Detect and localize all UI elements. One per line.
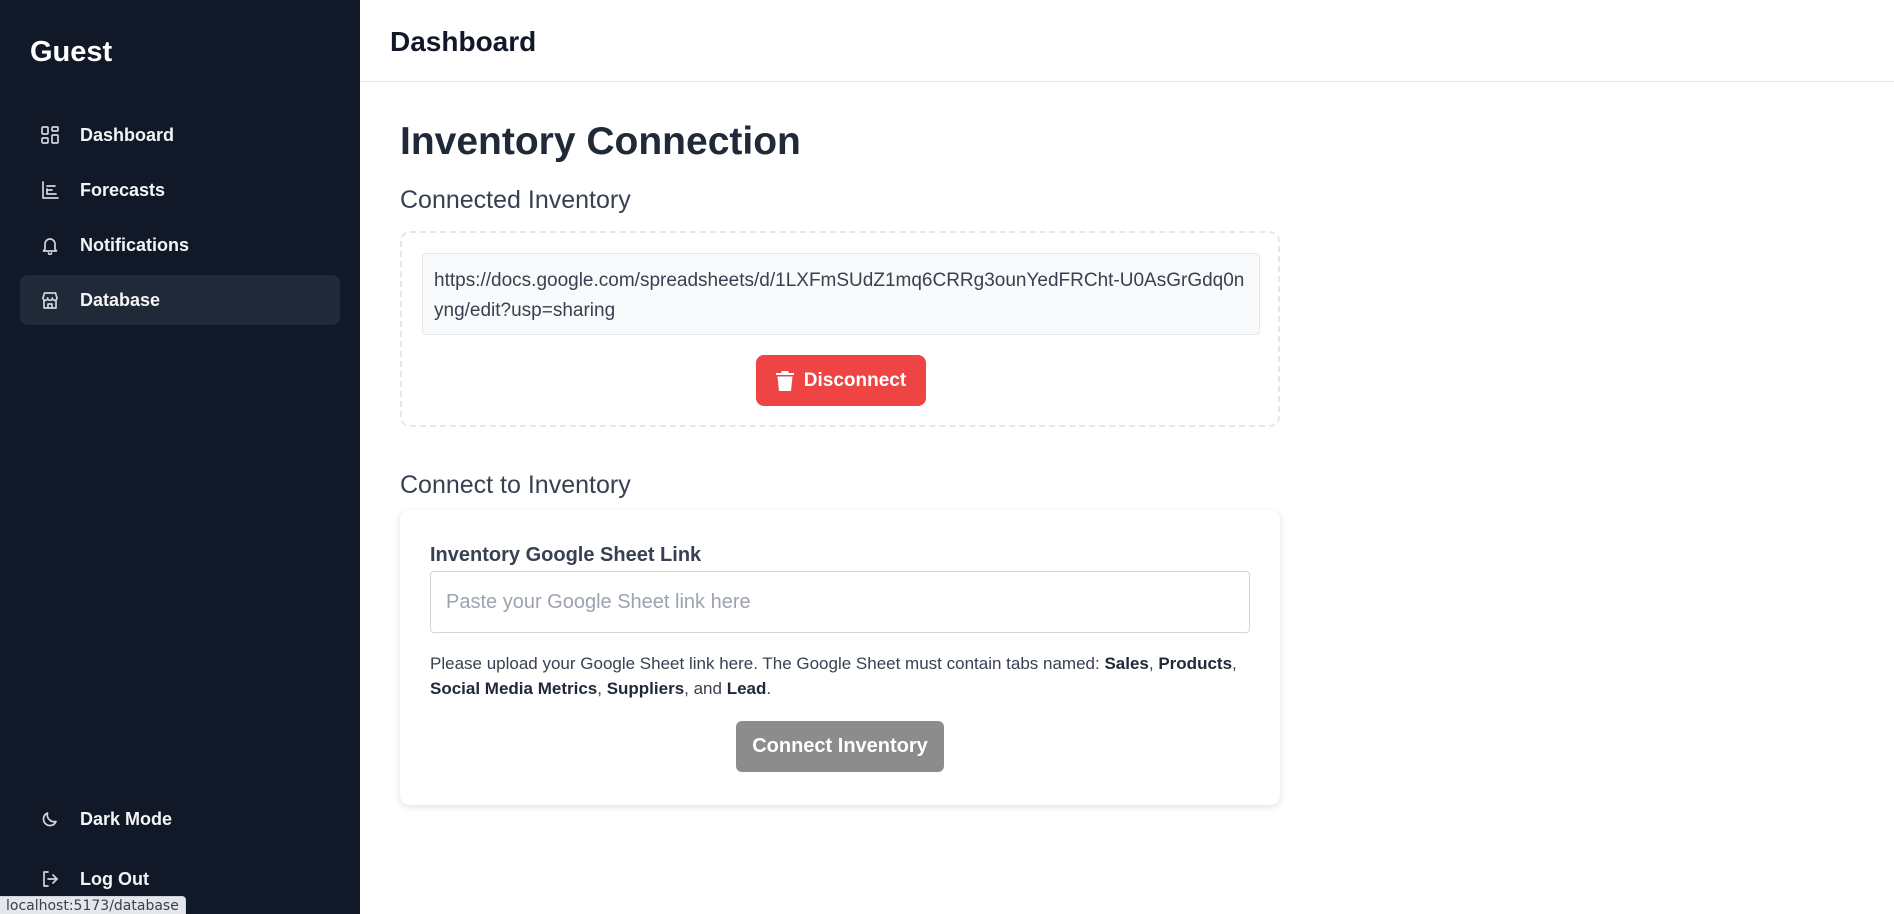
- tab-name-products: Products: [1158, 654, 1233, 673]
- sidebar-item-notifications[interactable]: Notifications: [20, 220, 340, 270]
- sidebar-item-dashboard[interactable]: Dashboard: [20, 110, 340, 160]
- tab-name-social-media-metrics: Social Media Metrics: [430, 679, 598, 698]
- separator: ,: [1232, 654, 1237, 673]
- trash-icon: [775, 370, 794, 391]
- tab-name-lead: Lead: [726, 679, 767, 698]
- sidebar: Guest Dashboard Forecasts Notifications …: [0, 0, 360, 914]
- disconnect-button[interactable]: Disconnect: [756, 355, 926, 406]
- header-title: Dashboard: [390, 26, 537, 57]
- sheet-link-label: Inventory Google Sheet Link: [430, 544, 702, 566]
- sheet-link-input[interactable]: [430, 571, 1250, 633]
- sidebar-nav: Dashboard Forecasts Notifications Databa…: [20, 110, 340, 330]
- brand-title: Guest: [30, 36, 113, 68]
- sidebar-item-label: Database: [80, 289, 161, 310]
- dark-mode-toggle[interactable]: Dark Mode: [20, 794, 340, 844]
- separator: ,: [1148, 654, 1159, 673]
- link-status-bar: localhost:5173/database: [0, 896, 186, 914]
- store-icon: [40, 290, 60, 310]
- page-title: Inventory Connection: [400, 120, 801, 163]
- chart-icon: [40, 180, 60, 200]
- sidebar-item-database[interactable]: Database: [20, 275, 340, 325]
- sidebar-item-label: Notifications: [80, 234, 190, 255]
- tab-name-suppliers: Suppliers: [606, 679, 685, 698]
- dark-mode-label: Dark Mode: [80, 808, 173, 829]
- moon-icon: [40, 809, 60, 829]
- connected-inventory-title: Connected Inventory: [400, 186, 631, 214]
- help-text: Please upload your Google Sheet link her…: [430, 651, 1260, 701]
- main-content: Inventory Connection Connected Inventory…: [400, 120, 1280, 805]
- top-header: Dashboard: [360, 0, 1894, 82]
- logout-icon: [40, 869, 60, 889]
- help-prefix: Please upload your Google Sheet link her…: [430, 654, 1105, 673]
- dashboard-grid-icon: [40, 125, 60, 145]
- logout-label: Log Out: [80, 868, 149, 889]
- connect-inventory-card: Inventory Google Sheet Link Please uploa…: [400, 510, 1280, 805]
- bell-icon: [40, 235, 60, 255]
- sidebar-item-label: Forecasts: [80, 179, 166, 200]
- separator: , and: [684, 679, 727, 698]
- connect-inventory-button[interactable]: Connect Inventory: [736, 721, 944, 772]
- tab-name-sales: Sales: [1104, 654, 1149, 673]
- disconnect-label: Disconnect: [803, 369, 907, 391]
- help-suffix: .: [766, 679, 772, 698]
- connect-inventory-title: Connect to Inventory: [400, 471, 631, 499]
- connected-inventory-box: https://docs.google.com/spreadsheets/d/1…: [400, 231, 1280, 427]
- sidebar-item-forecasts[interactable]: Forecasts: [20, 165, 340, 215]
- connected-sheet-url: https://docs.google.com/spreadsheets/d/1…: [422, 253, 1260, 335]
- sidebar-item-label: Dashboard: [80, 124, 175, 145]
- separator: ,: [597, 679, 607, 698]
